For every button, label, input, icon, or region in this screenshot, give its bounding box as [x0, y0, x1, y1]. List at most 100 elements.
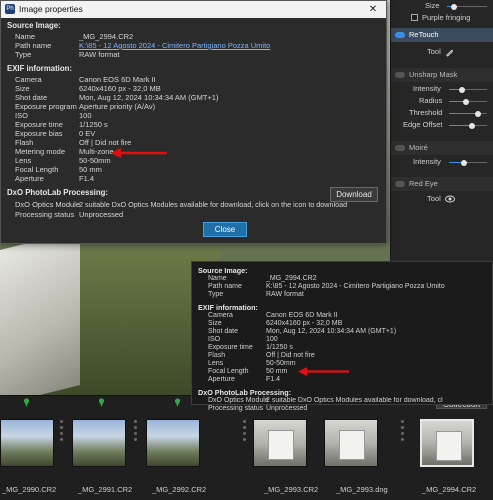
size-slider-knob[interactable]: [451, 3, 457, 10]
image-info-tooltip: Source Image: Name _MG_2994.CR2 Path name…: [191, 261, 493, 412]
retouch-tool-label: Tool: [427, 47, 441, 56]
brush-icon[interactable]: [445, 48, 454, 57]
property-key: Lens: [208, 360, 224, 367]
property-value: 50 mm: [266, 368, 288, 375]
dialog-title: Image properties: [19, 4, 83, 14]
unsharp-mask-header[interactable]: Unsharp Mask: [391, 68, 493, 82]
moire-toggle[interactable]: [395, 145, 405, 151]
slider-knob[interactable]: [468, 122, 475, 129]
property-value: Multi-zone: [79, 147, 114, 156]
retouch-tool-row: Tool: [391, 46, 493, 58]
size-label: Size: [425, 1, 440, 10]
tooltip-body: Source Image: Name _MG_2994.CR2 Path name…: [198, 266, 493, 413]
dialog-titlebar[interactable]: Ph Image properties ✕: [1, 1, 386, 18]
property-key: Flash: [15, 138, 34, 147]
slider-row: Intensity: [391, 83, 493, 95]
slider-label: Intensity: [413, 84, 441, 93]
edge-offset-slider[interactable]: [449, 122, 487, 129]
thumbnail-caption: _MG_2990.CR2: [2, 485, 57, 494]
property-value: 6240x4160 px - 32,0 MB: [266, 320, 343, 327]
property-value: F1.4: [79, 174, 95, 183]
close-button[interactable]: Close: [203, 222, 247, 237]
property-row: DxO Optics Module 2 suitable DxO Optics M…: [198, 397, 493, 405]
photo-wall: [0, 230, 80, 405]
thumbnail-menu-dots[interactable]: [243, 420, 246, 450]
property-key: Exposure time: [15, 120, 63, 129]
property-row: Exposure bias 0 EV: [7, 129, 382, 138]
thumbnail[interactable]: [253, 419, 307, 467]
slider-knob[interactable]: [463, 98, 470, 105]
size-slider[interactable]: [447, 3, 487, 10]
thumbnail[interactable]: [0, 419, 54, 467]
thumbnail-selected[interactable]: [420, 419, 474, 467]
purple-fringing-row[interactable]: Purple fringing: [391, 12, 493, 24]
property-value: _MG_2994.CR2: [266, 275, 317, 282]
slider-knob[interactable]: [474, 110, 481, 117]
property-row: Path name K:\85 - 12 Agosto 2024 - Cimite…: [198, 283, 493, 291]
property-row: Exposure time 1/1250 s: [198, 344, 493, 352]
slider-label: Radius: [419, 96, 443, 105]
moire-intensity-label: Intensity: [413, 157, 441, 166]
moire-slider[interactable]: [449, 159, 487, 166]
purple-fringing-checkbox[interactable]: [411, 14, 418, 21]
property-key: Type: [15, 50, 32, 59]
retouch-header[interactable]: ReTouch: [391, 28, 493, 42]
property-row: Shot date Mon, Aug 12, 2024 10:34:34 AM (…: [198, 328, 493, 336]
property-key: Aperture: [15, 174, 44, 183]
property-key: Aperture: [208, 376, 235, 383]
slider-knob[interactable]: [459, 86, 466, 93]
property-key: Name: [15, 32, 36, 41]
property-value: 50 mm: [79, 165, 102, 174]
processing-heading: DxO PhotoLab Processing:: [198, 388, 292, 397]
property-row: Type RAW format: [7, 50, 382, 59]
property-key: Exposure time: [208, 344, 253, 351]
property-key: DxO Optics Module: [208, 397, 269, 404]
red-eye-tool-label: Tool: [427, 194, 441, 203]
property-key: ISO: [15, 111, 28, 120]
property-value: Unprocessed: [79, 210, 124, 219]
dialog-body: Source Image: Name _MG_2994.CR2 Path name…: [7, 21, 382, 219]
slider-label: Edge Offset: [403, 120, 443, 129]
property-value: Aperture priority (A/Av): [79, 102, 156, 111]
thumbnail-menu-dots[interactable]: [401, 420, 404, 450]
thumbnail[interactable]: [146, 419, 200, 467]
radius-slider[interactable]: [449, 98, 487, 105]
intensity-slider[interactable]: [449, 86, 487, 93]
close-icon[interactable]: ✕: [366, 1, 380, 18]
processing-heading: DxO PhotoLab Processing:: [7, 188, 108, 197]
retouch-title: ReTouch: [409, 30, 439, 39]
property-row: Flash Off | Did not fire: [7, 138, 382, 147]
slider-row: Edge Offset: [391, 119, 493, 131]
threshold-slider[interactable]: [449, 110, 487, 117]
path-link[interactable]: K:\85 - 12 Agosto 2024 - Cimitero Partig…: [79, 41, 270, 50]
retouch-toggle[interactable]: [395, 32, 405, 38]
property-value: Canon EOS 6D Mark II: [266, 312, 338, 319]
property-key: Focal Length: [15, 165, 59, 174]
property-value: 0 EV: [79, 129, 96, 138]
property-row: ISO 100: [7, 111, 382, 120]
source-image-heading: Source Image:: [198, 266, 248, 275]
property-value: Mon, Aug 12, 2024 10:34:34 AM (GMT+1): [79, 93, 219, 102]
property-row: Metering mode Multi-zone: [7, 147, 382, 156]
property-value: Mon, Aug 12, 2024 10:34:34 AM (GMT+1): [266, 328, 397, 335]
download-button[interactable]: Download: [330, 187, 378, 202]
thumbnail-menu-dots[interactable]: [134, 420, 137, 450]
moire-header[interactable]: Moiré: [391, 141, 493, 155]
red-eye-toggle[interactable]: [395, 181, 405, 187]
thumbnail[interactable]: [72, 419, 126, 467]
property-key: Focal Length: [208, 368, 249, 375]
property-value: F1.4: [266, 376, 281, 383]
thumbnail[interactable]: [324, 419, 378, 467]
property-row: Camera Canon EOS 6D Mark II: [7, 75, 382, 84]
red-arrow-annotation: [111, 148, 167, 158]
property-value: K:\85 - 12 Agosto 2024 - Cimitero Partig…: [266, 283, 445, 290]
source-image-heading: Source Image:: [7, 21, 61, 30]
property-row: Size 6240x4160 px - 32,0 MB: [7, 84, 382, 93]
slider-knob[interactable]: [461, 159, 468, 166]
unsharp-mask-toggle[interactable]: [395, 72, 405, 78]
property-key: Exposure program: [15, 102, 77, 111]
eye-icon[interactable]: [445, 195, 455, 203]
slider-row: Threshold: [391, 107, 493, 119]
thumbnail-menu-dots[interactable]: [60, 420, 63, 450]
red-eye-header[interactable]: Red Eye: [391, 177, 493, 191]
